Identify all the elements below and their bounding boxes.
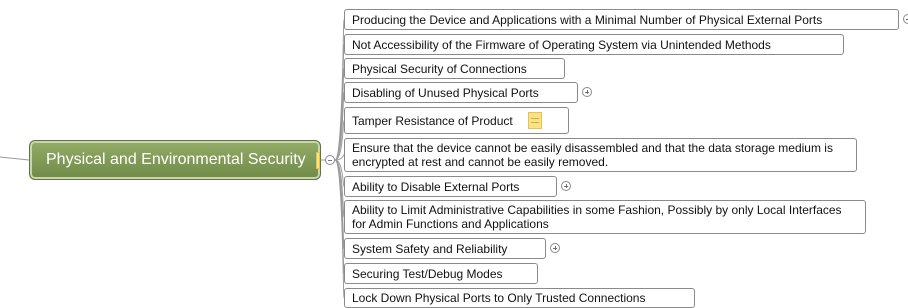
branch-connectors [334,19,345,299]
subtopic-label: Securing Test/Debug Modes [352,266,503,281]
mind-map-canvas: Physical and Environmental Security Prod… [0,0,908,308]
subtopic-label: Tamper Resistance of Product [352,113,513,128]
subtopic-minimal-ports[interactable]: Producing the Device and Applications wi… [344,9,899,30]
expand-subtopic-toggle[interactable] [561,181,571,191]
expand-subtopic-toggle[interactable] [903,14,908,24]
subtopic-label: System Safety and Reliability [352,241,508,256]
note-icon[interactable] [527,112,542,129]
subtopic-firmware-access[interactable]: Not Accessibility of the Firmware of Ope… [344,34,844,55]
expand-subtopic-toggle[interactable] [582,87,592,97]
subtopic-disassembly-encryption[interactable]: Ensure that the device cannot be easily … [344,138,857,172]
subtopic-tamper-resistance[interactable]: Tamper Resistance of Product [344,107,569,134]
subtopic-limit-admin[interactable]: Ability to Limit Administrative Capabili… [344,200,866,234]
subtopic-label: Ability to Limit Administrative Capabili… [352,203,842,231]
expand-subtopic-toggle[interactable] [550,243,560,253]
subtopic-label: Producing the Device and Applications wi… [352,12,823,27]
subtopic-label: Physical Security of Connections [352,61,527,76]
subtopic-safety-reliability[interactable]: System Safety and Reliability [344,238,546,259]
subtopic-label: Ensure that the device cannot be easily … [352,141,833,169]
subtopic-disable-external-ports[interactable]: Ability to Disable External Ports [344,176,557,197]
subtopic-lock-down-ports[interactable]: Lock Down Physical Ports to Only Trusted… [344,288,695,308]
subtopic-label: Lock Down Physical Ports to Only Trusted… [352,291,646,305]
subtopic-label: Not Accessibility of the Firmware of Ope… [352,37,771,52]
collapse-branch-toggle[interactable] [325,155,335,165]
subtopic-physical-connections[interactable]: Physical Security of Connections [344,58,565,79]
subtopic-unused-ports[interactable]: Disabling of Unused Physical Ports [344,82,578,103]
subtopic-test-debug[interactable]: Securing Test/Debug Modes [344,263,538,284]
note-icon[interactable] [315,151,320,169]
subtopic-label: Ability to Disable External Ports [352,179,520,194]
incoming-connector [0,156,30,161]
central-topic[interactable]: Physical and Environmental Security [29,140,321,180]
subtopic-label: Disabling of Unused Physical Ports [352,85,539,100]
central-topic-label: Physical and Environmental Security [46,151,306,168]
